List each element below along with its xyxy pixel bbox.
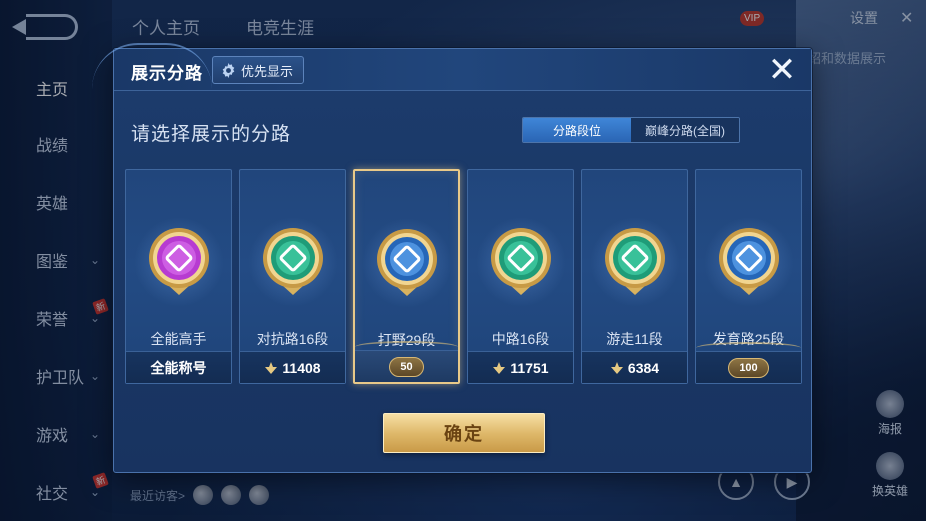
tab-lane-rank[interactable]: 分路段位 — [523, 118, 631, 142]
gear-icon — [221, 62, 236, 78]
lane-rank-badge-icon — [260, 225, 326, 299]
lane-card-footer: 6384 — [582, 351, 687, 383]
lane-card-footer: 11751 — [468, 351, 573, 383]
dialog-header: 展示分路 优先显示 ✕ — [92, 43, 811, 91]
lane-rank-badge-icon — [488, 225, 554, 299]
lane-card[interactable]: 游走11段 6384 — [581, 169, 688, 384]
lane-card[interactable]: 打野29段 50 — [353, 169, 460, 384]
lane-card-label: 中路16段 — [491, 331, 550, 347]
tab-peak-lane[interactable]: 巅峰分路(全国) — [631, 118, 739, 142]
title-value: 全能称号 — [150, 359, 207, 376]
combat-power-icon — [264, 361, 278, 375]
level-wings — [355, 341, 458, 353]
combat-power-value: 6384 — [627, 359, 660, 376]
lane-card[interactable]: 发育路25段 100 — [695, 169, 802, 384]
lane-card-label: 全能高手 — [150, 331, 207, 347]
lane-card[interactable]: 对抗路16段 11408 — [239, 169, 346, 384]
lane-card-footer: 全能称号 — [126, 351, 231, 383]
lane-card-label: 对抗路16段 — [256, 331, 329, 347]
lane-card[interactable]: 中路16段 11751 — [467, 169, 574, 384]
combat-power-icon — [610, 361, 624, 375]
combat-power-value: 11408 — [282, 359, 321, 376]
lane-card-label: 游走11段 — [606, 331, 663, 347]
lane-mode-switch: 分路段位 巅峰分路(全国) — [522, 117, 740, 143]
lane-rank-badge-icon — [716, 225, 782, 299]
level-badge: 100 — [728, 357, 769, 378]
close-icon[interactable]: ✕ — [765, 53, 799, 87]
lane-display-dialog: 展示分路 优先显示 ✕ 请选择展示的分路 分路段位 巅峰分路(全国) 全能高手全… — [92, 43, 812, 473]
priority-display-label: 优先显示 — [241, 63, 294, 79]
lane-card-footer: 50 — [355, 341, 458, 382]
level-wings — [696, 342, 801, 354]
dialog-title: 展示分路 — [131, 64, 203, 83]
confirm-button[interactable]: 确定 — [383, 413, 545, 453]
combat-power-value: 11751 — [510, 359, 549, 376]
lane-rank-badge-icon — [146, 225, 212, 299]
lane-card-footer: 11408 — [240, 351, 345, 383]
lane-card-footer: 100 — [696, 342, 801, 383]
dialog-subtitle: 请选择展示的分路 — [131, 124, 292, 145]
lane-card[interactable]: 全能高手 全能称号 — [125, 169, 232, 384]
level-badge: 50 — [389, 356, 424, 377]
lane-rank-badge-icon — [602, 225, 668, 299]
lane-rank-badge-icon — [374, 226, 440, 300]
priority-display-button[interactable]: 优先显示 — [212, 56, 305, 84]
combat-power-icon — [492, 361, 506, 375]
